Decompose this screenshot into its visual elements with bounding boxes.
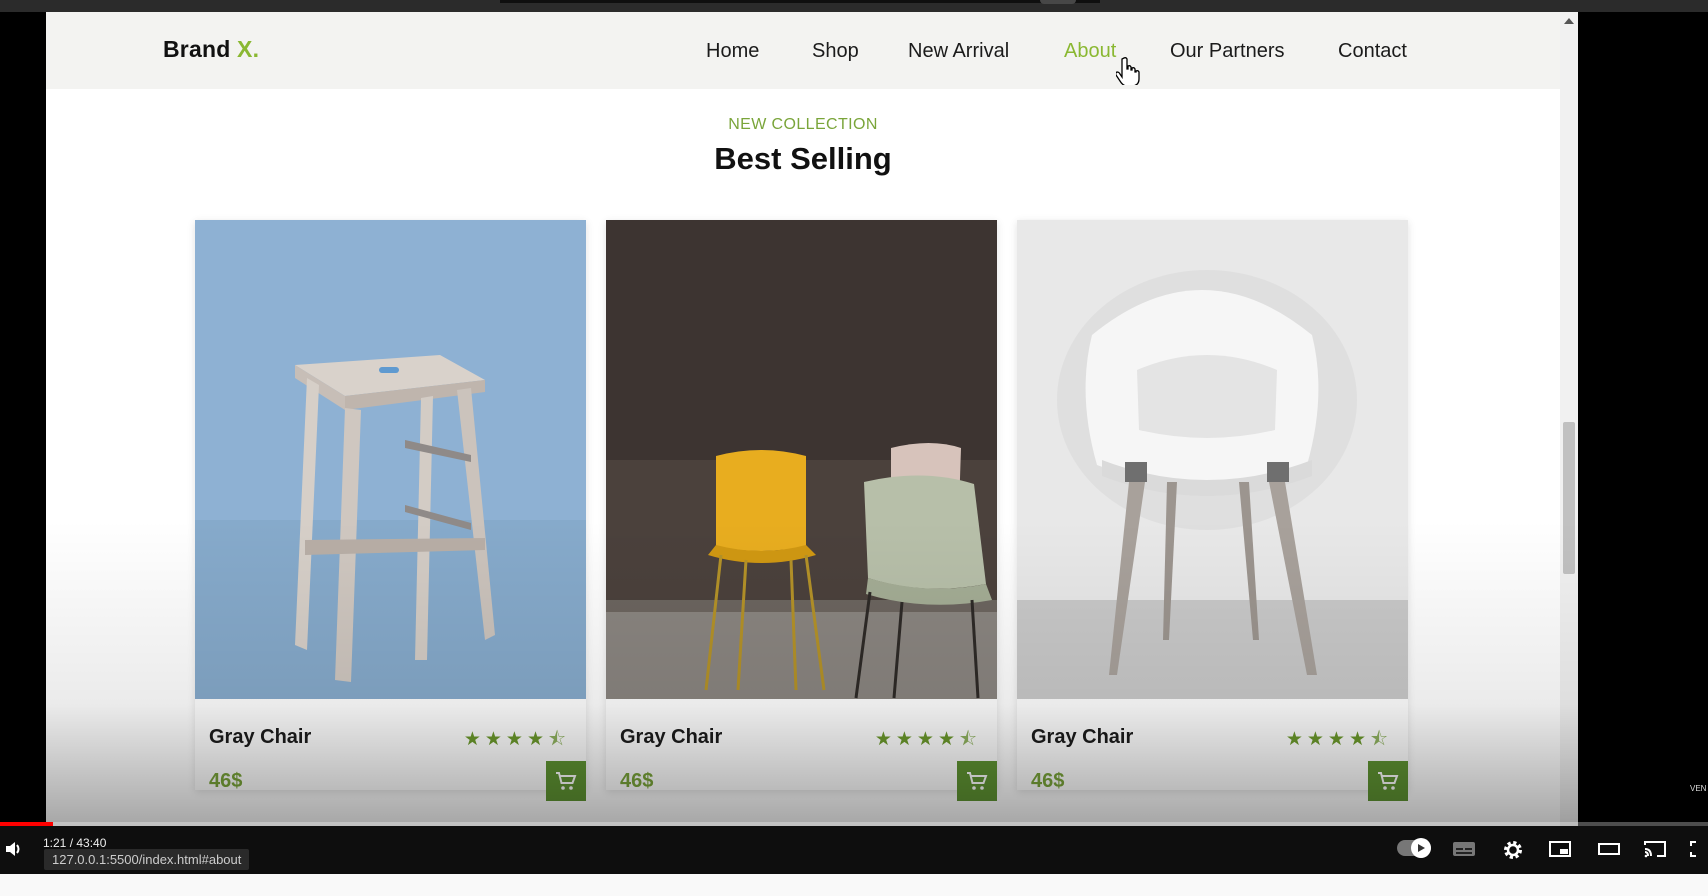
product-price: 46$ bbox=[620, 770, 654, 792]
cart-icon bbox=[556, 772, 577, 790]
scroll-up-arrow-icon[interactable] bbox=[1564, 18, 1574, 24]
page-scrollbar[interactable] bbox=[1560, 12, 1578, 826]
add-to-cart-button[interactable] bbox=[1368, 761, 1408, 801]
autoplay-play-icon bbox=[1411, 838, 1431, 858]
browser-top-strip bbox=[0, 0, 1708, 12]
fullscreen-icon[interactable] bbox=[1690, 839, 1708, 862]
product-name: Gray Chair bbox=[209, 726, 312, 748]
nav-shop[interactable]: Shop bbox=[812, 40, 859, 63]
web-page: Brand X. Home Shop New Arrival About Our… bbox=[46, 12, 1578, 826]
subtitles-icon[interactable] bbox=[1452, 839, 1476, 862]
nav-home[interactable]: Home bbox=[706, 40, 759, 63]
add-to-cart-button[interactable] bbox=[546, 761, 586, 801]
product-price: 46$ bbox=[1031, 770, 1065, 792]
rating-stars: ★★★★⯪ bbox=[874, 728, 981, 750]
section-title: Best Selling bbox=[714, 141, 892, 176]
settings-gear-icon[interactable] bbox=[1502, 839, 1524, 864]
nav-about[interactable]: About bbox=[1064, 40, 1116, 63]
half-star-icon: ⯪ bbox=[959, 728, 981, 750]
rating-stars: ★★★★⯪ bbox=[1285, 728, 1392, 750]
side-watermark: VEN bbox=[1690, 784, 1707, 793]
brand-accent: X. bbox=[237, 36, 260, 62]
white-chair-photo[interactable] bbox=[1017, 220, 1408, 699]
cart-icon bbox=[1378, 772, 1399, 790]
hand-cursor-icon bbox=[1115, 57, 1140, 89]
brand-name: Brand bbox=[163, 36, 231, 62]
scroll-thumb[interactable] bbox=[1563, 422, 1575, 574]
product-card[interactable]: Gray Chair ★★★★⯪ 46$ bbox=[195, 220, 586, 801]
nav-contact[interactable]: Contact bbox=[1338, 40, 1407, 63]
tab-bar bbox=[500, 0, 1100, 3]
brand-logo[interactable]: Brand X. bbox=[163, 36, 259, 63]
product-price: 46$ bbox=[209, 770, 243, 792]
video-time: 1:21 / 43:40 bbox=[43, 836, 107, 850]
cast-icon[interactable] bbox=[1643, 839, 1667, 862]
cart-icon bbox=[967, 772, 988, 790]
tab-knob bbox=[1040, 0, 1076, 4]
add-to-cart-button[interactable] bbox=[957, 761, 997, 801]
section-eyebrow: NEW COLLECTION bbox=[728, 116, 878, 133]
wooden-stool-photo[interactable] bbox=[195, 220, 586, 699]
nav-our-partners[interactable]: Our Partners bbox=[1170, 40, 1284, 63]
autoplay-toggle[interactable] bbox=[1397, 838, 1431, 858]
product-card[interactable]: Gray Chair ★★★★⯪ 46$ bbox=[606, 220, 997, 801]
status-url-tooltip: 127.0.0.1:5500/index.html#about bbox=[44, 849, 250, 870]
product-name: Gray Chair bbox=[620, 726, 723, 748]
half-star-icon: ⯪ bbox=[548, 728, 570, 750]
half-star-icon: ⯪ bbox=[1370, 728, 1392, 750]
rating-stars: ★★★★⯪ bbox=[463, 728, 570, 750]
nav-new-arrival[interactable]: New Arrival bbox=[908, 40, 1009, 63]
page-bottom-strip bbox=[0, 874, 1708, 896]
yellow-chairs-photo[interactable] bbox=[606, 220, 997, 699]
theater-mode-icon[interactable] bbox=[1597, 839, 1621, 862]
video-controls: 1:21 / 43:40 127.0.0.1:5500/index.html#a… bbox=[0, 826, 1708, 874]
navbar: Brand X. Home Shop New Arrival About Our… bbox=[46, 12, 1560, 89]
product-name: Gray Chair bbox=[1031, 726, 1134, 748]
volume-icon[interactable] bbox=[4, 839, 24, 862]
product-card[interactable]: Gray Chair ★★★★⯪ 46$ bbox=[1017, 220, 1408, 801]
miniplayer-icon[interactable] bbox=[1548, 839, 1572, 862]
